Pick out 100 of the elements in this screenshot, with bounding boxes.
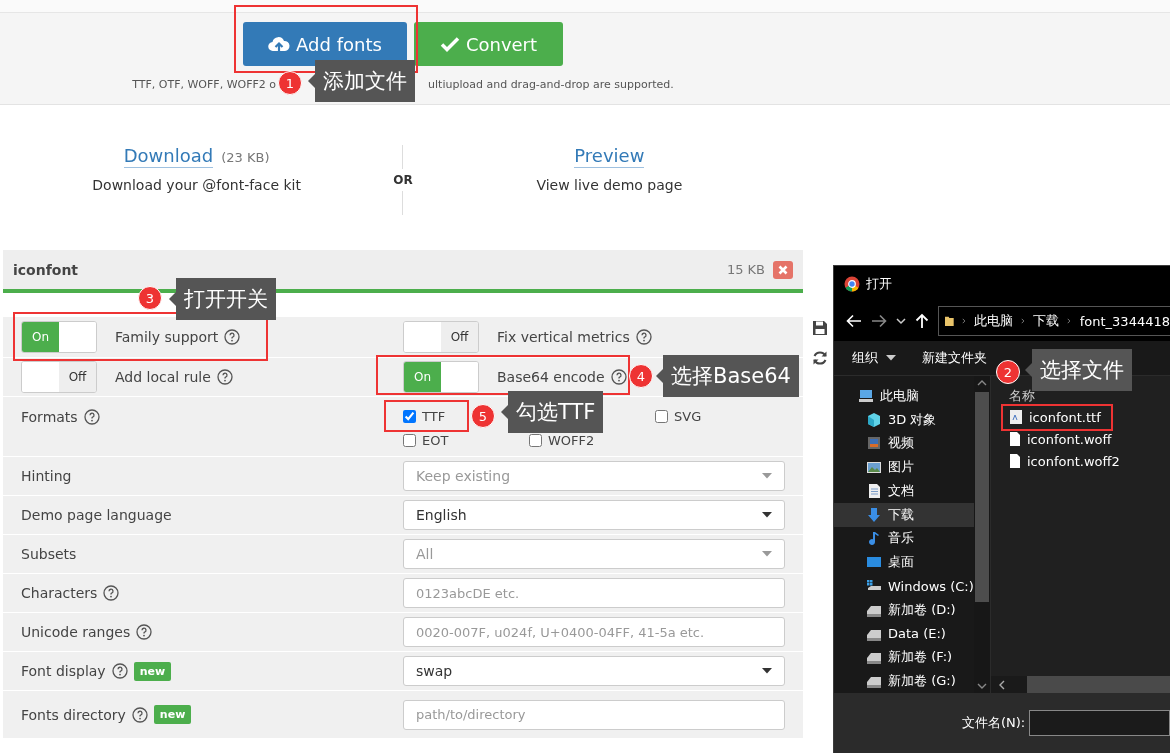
up-icon[interactable]: [915, 313, 929, 329]
file-icon: [1009, 453, 1021, 469]
nav-item[interactable]: 新加卷 (D:): [834, 597, 974, 622]
file-item[interactable]: iconfont.woff: [1009, 428, 1112, 450]
dropdown[interactable]: swap: [403, 656, 785, 686]
address-bar[interactable]: 此电脑 下载 font_3344418: [938, 306, 1170, 336]
chevron-up-icon[interactable]: [977, 380, 987, 386]
toggle-switch[interactable]: Off: [21, 361, 97, 393]
nav-item[interactable]: 此电脑: [834, 384, 974, 408]
caret-icon: [762, 668, 772, 674]
nav-item[interactable]: 桌面: [834, 550, 974, 575]
caption: View live demo page: [536, 177, 683, 193]
caret-icon: [762, 551, 772, 557]
setting-label: Characters: [21, 585, 98, 601]
image-icon: [866, 459, 882, 476]
font-file-icon: [1009, 409, 1023, 425]
app-icon: [844, 275, 860, 292]
checkmark-icon: [439, 36, 460, 52]
close-icon: [778, 264, 788, 275]
download-icon: [866, 506, 882, 523]
preview-link[interactable]: Preview: [574, 145, 645, 168]
font-name: iconfont: [13, 261, 79, 278]
hint-text: ultiupload and drag-and-drop are supported.: [428, 78, 674, 91]
separator-text: OR: [393, 173, 413, 187]
path-segment[interactable]: 此电脑: [974, 312, 1014, 330]
help-icon[interactable]: [635, 329, 652, 345]
caret-icon: [762, 473, 772, 479]
checkbox[interactable]: [529, 434, 542, 447]
nav-item[interactable]: 文档: [834, 479, 974, 503]
file-item[interactable]: iconfont.woff2: [1009, 450, 1120, 472]
help-icon[interactable]: [103, 585, 120, 601]
forward-icon[interactable]: [871, 314, 887, 328]
setting-label: Formats: [21, 409, 78, 425]
setting-label: Fonts directory: [21, 706, 126, 723]
text-field[interactable]: 0020-007F, u024f, U+0400-04FF, 41-5a etc.: [403, 617, 785, 647]
new-badge: new: [153, 705, 192, 724]
path-segment[interactable]: font_3344418: [1079, 313, 1170, 329]
caret-icon: [886, 355, 896, 361]
checkbox-label: WOFF2: [548, 433, 595, 448]
setting-label: Hinting: [21, 468, 72, 484]
toolbar-button[interactable]: 组织: [852, 349, 896, 367]
help-icon[interactable]: [224, 329, 241, 345]
text-field[interactable]: 0123abcDE etc.: [403, 578, 785, 608]
save-icon[interactable]: [812, 320, 828, 336]
callout-label: 选择Base64: [656, 355, 799, 397]
setting-label: Demo page language: [21, 507, 172, 523]
download-link[interactable]: Download: [123, 145, 214, 168]
help-icon[interactable]: [111, 663, 128, 679]
chevron-down-icon[interactable]: [977, 683, 987, 689]
help-icon[interactable]: [136, 624, 153, 640]
setting-label: Unicode ranges: [21, 624, 131, 640]
nav-item[interactable]: 视频: [834, 431, 974, 456]
callout-label: 勾选TTF: [501, 391, 604, 433]
computer-icon: [858, 387, 874, 404]
nav-item[interactable]: Windows (C:): [834, 574, 974, 598]
nav-item[interactable]: 图片: [834, 455, 974, 480]
film-icon: [866, 435, 882, 452]
close-button[interactable]: [773, 260, 793, 279]
nav-item[interactable]: 新加卷 (F:): [834, 645, 974, 670]
document-icon: [866, 482, 882, 499]
file-icon: [1009, 431, 1021, 447]
checkbox-label: TTF: [422, 409, 446, 424]
checkbox[interactable]: [403, 410, 416, 423]
filename-field[interactable]: [1029, 710, 1170, 736]
setting-label: Family support: [115, 329, 219, 345]
callout-label: 选择文件: [1025, 349, 1132, 391]
caption: Download your @font-face kit: [92, 177, 301, 193]
nav-item[interactable]: 下载: [834, 502, 974, 527]
checkbox[interactable]: [655, 410, 668, 423]
chevron-right-icon: [1021, 317, 1026, 325]
dialog-title: 打开: [866, 274, 892, 293]
path-segment[interactable]: 下载: [1033, 312, 1060, 330]
nav-item[interactable]: 新加卷 (G:): [834, 669, 974, 693]
file-size: (23 KB): [221, 150, 270, 165]
text-field[interactable]: path/to/directory: [403, 699, 785, 730]
dropdown[interactable]: English: [403, 500, 785, 530]
back-icon[interactable]: [846, 314, 862, 328]
nav-item[interactable]: 3D 对象: [834, 407, 974, 432]
chevron-right-icon: [961, 317, 967, 325]
refresh-icon[interactable]: [812, 350, 828, 366]
setting-label: Fix vertical metrics: [497, 329, 630, 345]
cloud-upload-icon: [268, 35, 291, 53]
checkbox[interactable]: [403, 434, 416, 447]
toolbar-button[interactable]: 新建文件夹: [922, 349, 987, 367]
chevron-left-icon[interactable]: [999, 679, 1005, 690]
nav-item[interactable]: Data (E:): [834, 621, 974, 646]
help-icon[interactable]: [216, 369, 233, 385]
checkbox-label: EOT: [422, 433, 449, 448]
callout-label: 添加文件: [308, 60, 415, 102]
help-icon[interactable]: [131, 706, 148, 723]
chevron-down-icon[interactable]: [896, 317, 906, 325]
music-note-icon: [866, 530, 882, 547]
file-item[interactable]: iconfont.ttf: [1009, 406, 1101, 428]
hint-text: TTF, OTF, WOFF, WOFF2 o: [132, 78, 277, 91]
setting-label: Font display: [21, 663, 106, 679]
help-icon[interactable]: [83, 409, 100, 425]
nav-item[interactable]: 音乐: [834, 526, 974, 551]
toggle-switch[interactable]: Off: [403, 321, 479, 353]
add-fonts-button[interactable]: Add fonts: [243, 22, 407, 66]
help-icon[interactable]: [610, 369, 627, 385]
